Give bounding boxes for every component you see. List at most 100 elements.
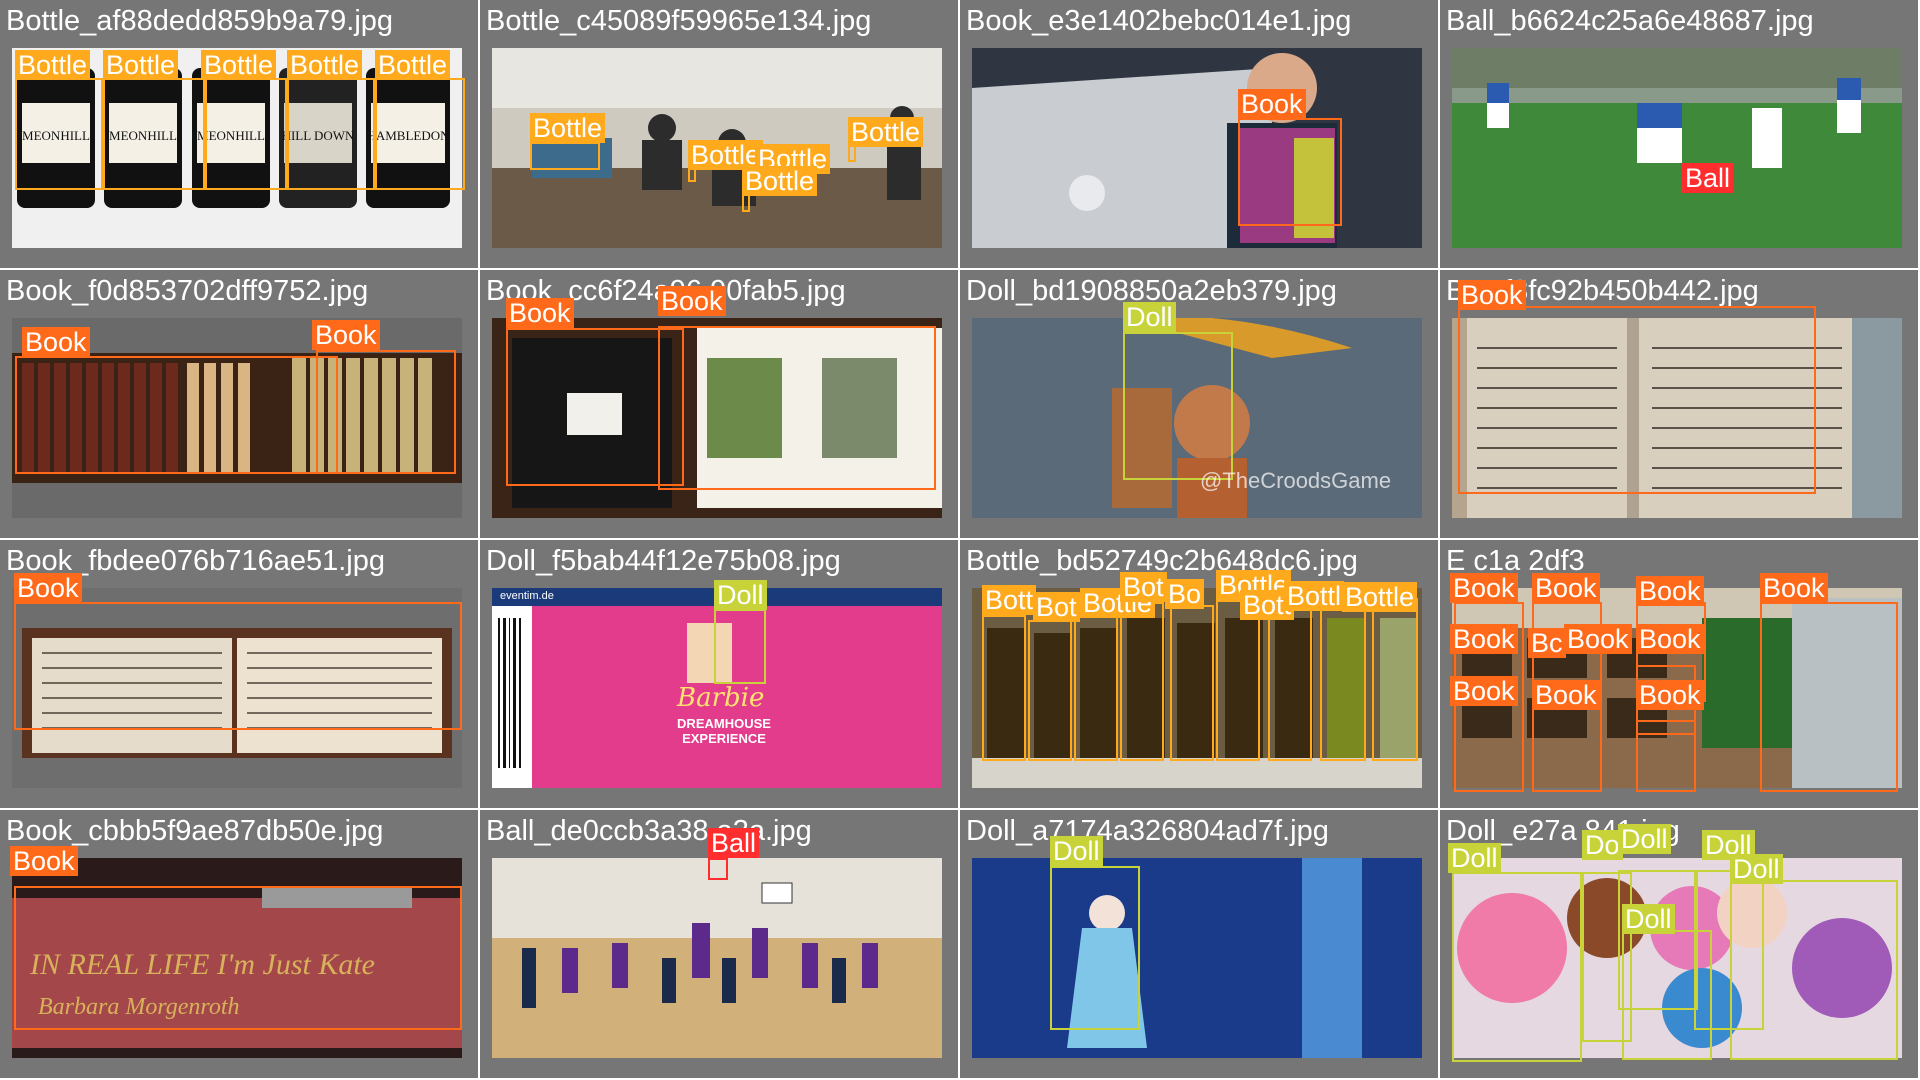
tile-15: Doll_e27a 841 jpg Doll Do Doll Doll Doll… xyxy=(1440,810,1920,1080)
bbox-bottle xyxy=(1216,600,1260,761)
tile-4: Book_f0d853702dff9752.jpg Book Book xyxy=(0,270,480,540)
class-label: Ball xyxy=(708,828,760,858)
class-label: Book xyxy=(10,846,78,876)
bbox-book xyxy=(316,350,456,474)
filename-label: Bottle_af88dedd859b9a79.jpg xyxy=(6,5,394,37)
tile-14: Doll_a7174a326804ad7f.jpg Doll xyxy=(960,810,1440,1080)
class-label: Bottle xyxy=(742,166,818,196)
bbox-bottle xyxy=(982,615,1026,761)
filename-label: Bottle_c45089f59965e134.jpg xyxy=(486,5,872,37)
class-label: Doll xyxy=(1730,854,1783,884)
filename-label: Book_e3e1402bebc014e1.jpg xyxy=(966,5,1352,37)
tile-10: Bottle_bd52749c2b648dc6.jpg Bott Bot Bot… xyxy=(960,540,1440,810)
class-label: Bottle xyxy=(530,113,606,143)
tile-1: Bottle_c45089f59965e134.jpg Bottle Bottl… xyxy=(480,0,960,270)
tile-8: Book_fbdee076b716ae51.jpg Book xyxy=(0,540,480,810)
ticket-site: eventim.de xyxy=(500,590,554,602)
filename-label: Ball_b6624c25a6e48687.jpg xyxy=(1446,5,1814,37)
class-label: Book xyxy=(1458,280,1526,310)
class-label: Doll xyxy=(1448,843,1501,873)
class-label: Bottle xyxy=(103,50,179,80)
class-label: Doll xyxy=(1622,904,1675,934)
class-label: Book xyxy=(1450,624,1518,654)
tile-13: Ball_de0ccb3a38 a3a.jpg Ball xyxy=(480,810,960,1080)
bbox-bottle xyxy=(103,78,205,190)
tile-5: Book_cc6f24a96 90fab5.jpg Book Book xyxy=(480,270,960,540)
class-label: Book xyxy=(1450,573,1518,603)
tile-7: B caf8fc92b450b442.jpg Book xyxy=(1440,270,1920,540)
class-label: Book xyxy=(1564,624,1632,654)
bbox-bottle xyxy=(530,142,600,170)
class-label: Doll xyxy=(1050,836,1103,866)
photo-elsa xyxy=(972,858,1422,1058)
watermark-text: @TheCroodsGame xyxy=(1200,468,1392,493)
photo-basketball xyxy=(492,858,942,1058)
bbox-bottle xyxy=(287,78,375,190)
class-label: Book xyxy=(658,286,726,316)
bbox-doll xyxy=(1050,866,1140,1030)
photo-field-hockey xyxy=(1452,48,1902,248)
detection-grid: Bottle_af88dedd859b9a79.jpg MEONHILL MEO… xyxy=(0,0,1920,1080)
bbox-book xyxy=(658,326,936,490)
class-label: Bottl xyxy=(1284,581,1345,611)
class-label: Bottle xyxy=(1342,582,1418,612)
class-label: Book xyxy=(22,327,90,357)
filename-label: Book_f0d853702dff9752.jpg xyxy=(6,275,369,307)
class-label: Bott xyxy=(982,585,1037,615)
filename-label: Doll_f5bab44f12e75b08.jpg xyxy=(486,545,841,577)
class-label: Do xyxy=(1582,830,1623,860)
bbox-book xyxy=(1760,602,1898,792)
class-label: Bottle xyxy=(15,50,91,80)
bbox-doll xyxy=(1452,872,1582,1062)
class-label: Doll xyxy=(1618,824,1671,854)
tile-9: Doll_f5bab44f12e75b08.jpg eventim.de Bar… xyxy=(480,540,960,810)
class-label: Bo xyxy=(1165,579,1205,609)
class-label: Doll xyxy=(714,580,767,610)
class-label: Book xyxy=(1636,624,1704,654)
class-label: Book xyxy=(1238,89,1306,119)
class-label: Bottle xyxy=(287,50,363,80)
bbox-doll xyxy=(714,609,766,684)
bbox-bottle xyxy=(15,78,103,190)
bbox-doll xyxy=(1730,880,1898,1060)
bbox-bottle xyxy=(1268,602,1312,761)
class-label: Bot xyxy=(1033,592,1080,622)
tile-3: Ball_b6624c25a6e48687.jpg Ball xyxy=(1440,0,1920,270)
bbox-bottle xyxy=(375,78,465,190)
class-label: Bc xyxy=(1528,628,1566,658)
bbox-book xyxy=(15,356,338,474)
class-label: Book xyxy=(1636,680,1704,710)
class-label: Book xyxy=(1760,573,1828,603)
bbox-book xyxy=(1238,118,1342,226)
bbox-bottle xyxy=(1320,600,1366,761)
bbox-doll xyxy=(1622,930,1712,1060)
filename-label: Doll_a7174a326804ad7f.jpg xyxy=(966,815,1329,847)
photo-reader xyxy=(972,48,1422,248)
class-label: Bottle xyxy=(375,50,451,80)
class-label: Book xyxy=(312,320,380,350)
bbox-bottle xyxy=(1372,598,1418,761)
tile-11: E c1a 2df3 Book Book Book Book Book Bc B… xyxy=(1440,540,1920,810)
class-label: Bottle xyxy=(201,50,277,80)
class-label: Bottle xyxy=(848,117,924,147)
class-label: Book xyxy=(1532,680,1600,710)
class-label: Ball xyxy=(1682,163,1734,193)
bbox-bottle xyxy=(1120,602,1164,761)
bbox-bottle xyxy=(1074,615,1118,761)
filename-label: Book_cbbb5f9ae87db50e.jpg xyxy=(6,815,384,847)
bbox-bottle xyxy=(1028,620,1072,761)
bbox-bottle xyxy=(1170,605,1214,761)
tile-0: Bottle_af88dedd859b9a79.jpg MEONHILL MEO… xyxy=(0,0,480,270)
filename-label: Ball_de0ccb3a38 a3a.jpg xyxy=(486,815,812,847)
bbox-ball xyxy=(708,858,728,880)
class-label: Bot xyxy=(1120,572,1167,602)
class-label: Book xyxy=(14,573,82,603)
bbox-book xyxy=(14,602,462,730)
class-label: Book xyxy=(1450,676,1518,706)
bbox-bottle xyxy=(205,78,287,190)
bbox-book xyxy=(14,886,462,1030)
bbox-book xyxy=(1458,306,1816,494)
class-label: Book xyxy=(1636,576,1704,606)
ticket-title: DREAMHOUSE EXPERIENCE xyxy=(677,716,771,746)
tile-2: Book_e3e1402bebc014e1.jpg Book xyxy=(960,0,1440,270)
